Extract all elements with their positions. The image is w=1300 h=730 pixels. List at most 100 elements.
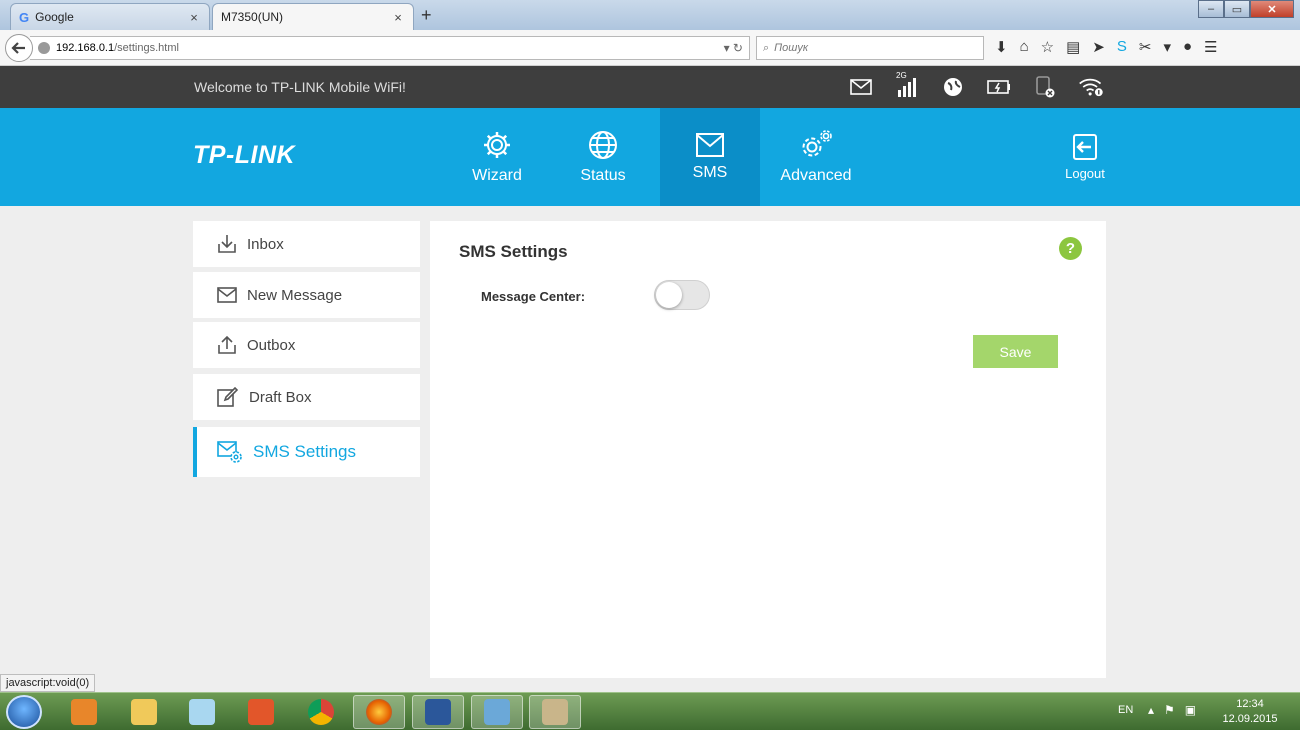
office-icon bbox=[248, 699, 274, 725]
back-button[interactable] bbox=[5, 34, 33, 62]
skype-icon[interactable]: S bbox=[1117, 38, 1127, 56]
flag-icon[interactable]: ⚑ bbox=[1164, 703, 1175, 717]
router-header: TP-LINK Wizard Status SMS Advanced Logou… bbox=[0, 108, 1300, 206]
clock-time: 12:34 bbox=[1236, 698, 1264, 710]
close-window-button[interactable]: ✕ bbox=[1250, 0, 1294, 18]
home-icon[interactable]: ⌂ bbox=[1020, 38, 1029, 56]
search-input[interactable]: ⌕ Пошук bbox=[756, 36, 984, 60]
download-icon[interactable]: ⬇ bbox=[995, 38, 1008, 56]
browser-tab-bar: G Google × M7350(UN) × + – ▭ ✕ bbox=[0, 0, 1300, 30]
network-icon[interactable]: ▣ bbox=[1185, 703, 1196, 717]
menu-icon[interactable]: ☰ bbox=[1204, 38, 1217, 56]
google-icon: G bbox=[19, 9, 30, 25]
new-tab-button[interactable]: + bbox=[421, 5, 432, 26]
bookmark-star-icon[interactable]: ☆ bbox=[1041, 38, 1054, 56]
control-panel-app[interactable] bbox=[471, 695, 523, 729]
start-button[interactable] bbox=[6, 695, 42, 729]
sidebar-item-outbox[interactable]: Outbox bbox=[193, 322, 420, 368]
url-path: /settings.html bbox=[114, 42, 179, 54]
inbox-icon bbox=[218, 235, 236, 253]
tray-expand-icon[interactable]: ▴ bbox=[1148, 703, 1154, 717]
word-app[interactable] bbox=[412, 695, 464, 729]
tab-label: M7350(UN) bbox=[221, 10, 284, 24]
sidebar-item-label: SMS Settings bbox=[253, 442, 356, 461]
chrome-app[interactable] bbox=[295, 695, 347, 729]
reload-icon[interactable]: ▾ ↻ bbox=[724, 41, 743, 55]
language-indicator[interactable]: EN bbox=[1118, 704, 1133, 716]
notepad-app[interactable] bbox=[176, 695, 228, 729]
nav-status-label: Status bbox=[580, 167, 626, 184]
envelope-gear-icon bbox=[217, 441, 242, 463]
browser-status-text: javascript:void(0) bbox=[0, 674, 96, 692]
word-icon bbox=[425, 699, 451, 725]
chrome-icon bbox=[308, 699, 334, 725]
sidebar-item-label: Outbox bbox=[247, 336, 296, 354]
sidebar-item-sms-settings[interactable]: SMS Settings bbox=[193, 427, 420, 477]
nav-sms[interactable]: SMS bbox=[660, 108, 760, 206]
maximize-button[interactable]: ▭ bbox=[1224, 0, 1250, 18]
nav-wizard-label: Wizard bbox=[472, 167, 522, 184]
notepad-icon bbox=[189, 699, 215, 725]
search-icon: ⌕ bbox=[763, 41, 770, 54]
dropdown-icon[interactable]: ▾ bbox=[1163, 38, 1171, 56]
media-player-icon bbox=[71, 699, 97, 725]
save-button[interactable]: Save bbox=[973, 335, 1058, 368]
media-player-app[interactable] bbox=[58, 695, 110, 729]
help-icon[interactable]: ? bbox=[1059, 237, 1082, 260]
tab-close-icon[interactable]: × bbox=[187, 10, 201, 25]
tab-google[interactable]: G Google × bbox=[10, 3, 210, 30]
welcome-text: Welcome to TP-LINK Mobile WiFi! bbox=[194, 79, 406, 95]
browser-nav-bar: 192.168.0.1/settings.html ▾ ↻ ⌕ Пошук ⬇ … bbox=[0, 30, 1300, 66]
minimize-button[interactable]: – bbox=[1198, 0, 1224, 18]
url-bar[interactable]: 192.168.0.1/settings.html ▾ ↻ bbox=[30, 36, 750, 60]
nav-wizard[interactable]: Wizard bbox=[450, 108, 544, 206]
tab-m7350[interactable]: M7350(UN) × bbox=[212, 3, 414, 30]
reader-icon[interactable]: ▤ bbox=[1066, 38, 1080, 56]
tab-close-icon[interactable]: × bbox=[391, 10, 405, 25]
search-placeholder: Пошук bbox=[774, 42, 809, 54]
envelope-icon[interactable] bbox=[848, 74, 874, 100]
envelope-icon bbox=[696, 133, 724, 157]
clock[interactable]: 12:34 12.09.2015 bbox=[1218, 697, 1282, 727]
page-title: SMS Settings bbox=[459, 242, 568, 261]
sidebar-item-label: Inbox bbox=[247, 235, 284, 253]
sidebar-item-draft-box[interactable]: Draft Box bbox=[193, 374, 420, 420]
extension-icon[interactable]: ✂ bbox=[1139, 38, 1152, 56]
sim-card-icon bbox=[1032, 74, 1058, 100]
url-host: 192.168.0.1 bbox=[56, 42, 115, 54]
sidebar-item-inbox[interactable]: Inbox bbox=[193, 221, 420, 267]
paint-app[interactable] bbox=[529, 695, 581, 729]
paint-icon bbox=[542, 699, 568, 725]
message-center-toggle[interactable] bbox=[654, 280, 710, 310]
status-icons: 2G bbox=[848, 71, 1104, 100]
toggle-knob bbox=[656, 282, 682, 308]
clock-date: 12.09.2015 bbox=[1222, 713, 1278, 725]
tab-label: Google bbox=[35, 10, 74, 24]
sidebar-item-label: New Message bbox=[247, 286, 343, 304]
tp-link-logo: TP-LINK bbox=[193, 141, 296, 169]
send-icon[interactable]: ➤ bbox=[1092, 38, 1105, 56]
sidebar-item-new-message[interactable]: New Message bbox=[193, 272, 420, 318]
nav-logout[interactable]: Logout bbox=[1050, 108, 1120, 206]
message-center-label: Message Center: bbox=[481, 289, 586, 304]
battery-icon bbox=[986, 74, 1012, 100]
outbox-icon bbox=[218, 335, 236, 354]
folder-icon bbox=[131, 699, 157, 725]
browser-toolbar: ⬇ ⌂ ☆ ▤ ➤ S ✂ ▾ ● ☰ bbox=[995, 38, 1218, 56]
gear-icon bbox=[484, 132, 510, 158]
wifi-icon bbox=[1078, 74, 1104, 100]
nav-sms-label: SMS bbox=[692, 164, 728, 181]
firefox-app[interactable] bbox=[353, 695, 405, 729]
signal-icon: 2G bbox=[894, 71, 920, 100]
nav-advanced[interactable]: Advanced bbox=[766, 108, 866, 206]
nav-advanced-label: Advanced bbox=[780, 167, 852, 184]
edit-icon bbox=[217, 387, 239, 407]
office-app[interactable] bbox=[235, 695, 287, 729]
explorer-app[interactable] bbox=[118, 695, 170, 729]
globe-status-icon bbox=[940, 74, 966, 100]
nav-status[interactable]: Status bbox=[556, 108, 650, 206]
control-panel-icon bbox=[484, 699, 510, 725]
chat-icon[interactable]: ● bbox=[1183, 38, 1192, 56]
sms-settings-panel: SMS Settings ? Message Center: Save bbox=[430, 221, 1106, 678]
globe-icon bbox=[589, 131, 617, 159]
